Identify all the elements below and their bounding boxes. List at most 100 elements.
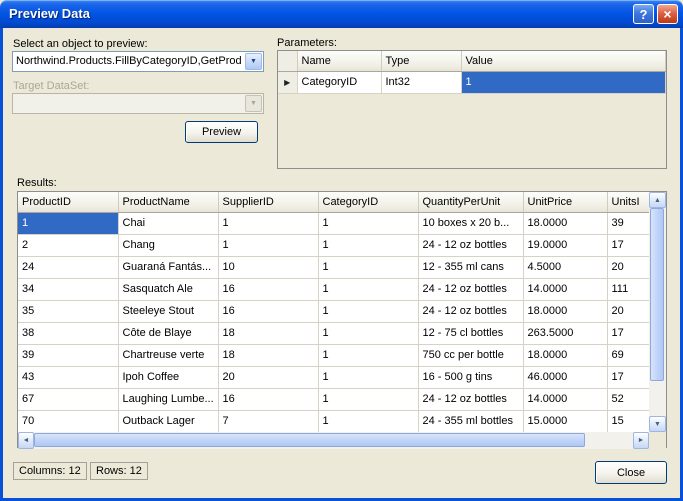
results-cell[interactable]: 263.5000: [523, 322, 608, 345]
results-cell[interactable]: 1: [318, 322, 419, 345]
results-cell[interactable]: 70: [18, 410, 119, 432]
object-select-dropdown-button[interactable]: ▼: [245, 53, 262, 70]
results-cell[interactable]: Laughing Lumbe...: [118, 388, 219, 411]
parameters-column-header-value[interactable]: Value: [461, 51, 666, 72]
results-cell[interactable]: 24 - 12 oz bottles: [418, 388, 524, 411]
titlebar[interactable]: Preview Data ? ×: [0, 0, 683, 28]
results-cell[interactable]: 46.0000: [523, 366, 608, 389]
results-cell[interactable]: 7: [218, 410, 319, 432]
horizontal-scroll-track[interactable]: [34, 432, 633, 449]
scroll-up-button[interactable]: ▲: [649, 192, 666, 208]
results-cell[interactable]: 35: [18, 300, 119, 323]
results-cell[interactable]: 39: [18, 344, 119, 367]
results-cell[interactable]: Sasquatch Ale: [118, 278, 219, 301]
vertical-scroll-track[interactable]: [649, 208, 666, 416]
results-cell[interactable]: 1: [318, 388, 419, 411]
results-vertical-scrollbar[interactable]: ▲ ▼: [649, 192, 666, 432]
results-cell[interactable]: 1: [318, 410, 419, 432]
results-cell[interactable]: 19.0000: [523, 234, 608, 257]
results-cell[interactable]: 17: [607, 366, 649, 389]
results-cell[interactable]: 14.0000: [523, 278, 608, 301]
results-cell[interactable]: 15.0000: [523, 410, 608, 432]
object-select-combobox[interactable]: Northwind.Products.FillByCategoryID,GetP…: [12, 51, 264, 72]
close-window-button[interactable]: ×: [657, 4, 678, 24]
scroll-left-button[interactable]: ◄: [18, 432, 34, 449]
results-cell[interactable]: 1: [18, 212, 119, 235]
results-cell[interactable]: 69: [607, 344, 649, 367]
results-cell[interactable]: 18: [218, 322, 319, 345]
results-column-header[interactable]: CategoryID: [318, 192, 419, 213]
results-cell[interactable]: 17: [607, 234, 649, 257]
results-cell[interactable]: 34: [18, 278, 119, 301]
results-cell[interactable]: 1: [318, 256, 419, 279]
preview-button[interactable]: Preview: [185, 121, 258, 143]
parameters-column-header-type[interactable]: Type: [381, 51, 462, 72]
results-cell[interactable]: 1: [318, 212, 419, 235]
results-cell[interactable]: 10: [218, 256, 319, 279]
vertical-scroll-thumb[interactable]: [650, 208, 664, 381]
results-column-header[interactable]: UnitsI: [607, 192, 649, 213]
results-cell[interactable]: 17: [607, 322, 649, 345]
results-cell[interactable]: 15: [607, 410, 649, 432]
results-cell[interactable]: Guaraná Fantás...: [118, 256, 219, 279]
results-cell[interactable]: 1: [318, 366, 419, 389]
results-cell[interactable]: 1: [218, 212, 319, 235]
results-cell[interactable]: 10 boxes x 20 b...: [418, 212, 524, 235]
results-cell[interactable]: 20: [218, 366, 319, 389]
results-cell[interactable]: 750 cc per bottle: [418, 344, 524, 367]
results-cell[interactable]: 1: [318, 300, 419, 323]
results-cell[interactable]: 18.0000: [523, 300, 608, 323]
results-cell[interactable]: 12 - 75 cl bottles: [418, 322, 524, 345]
results-column-header[interactable]: QuantityPerUnit: [418, 192, 524, 213]
results-cell[interactable]: 16: [218, 388, 319, 411]
results-cell[interactable]: Outback Lager: [118, 410, 219, 432]
results-column-header[interactable]: ProductName: [118, 192, 219, 213]
results-cell[interactable]: 14.0000: [523, 388, 608, 411]
horizontal-scroll-thumb[interactable]: [34, 433, 586, 447]
results-cell[interactable]: Côte de Blaye: [118, 322, 219, 345]
results-column-header[interactable]: UnitPrice: [523, 192, 608, 213]
results-cell[interactable]: Chai: [118, 212, 219, 235]
parameter-type-cell[interactable]: Int32: [381, 71, 462, 94]
results-cell[interactable]: 16: [218, 278, 319, 301]
results-cell[interactable]: 24: [18, 256, 119, 279]
results-cell[interactable]: Ipoh Coffee: [118, 366, 219, 389]
results-cell[interactable]: 1: [318, 344, 419, 367]
results-cell[interactable]: 1: [318, 234, 419, 257]
results-cell[interactable]: 18: [218, 344, 319, 367]
results-cell[interactable]: 16: [218, 300, 319, 323]
results-cell[interactable]: 43: [18, 366, 119, 389]
results-cell[interactable]: 67: [18, 388, 119, 411]
results-cell[interactable]: 2: [18, 234, 119, 257]
results-cell[interactable]: 24 - 355 ml bottles: [418, 410, 524, 432]
results-column-header[interactable]: ProductID: [18, 192, 119, 213]
results-cell[interactable]: 39: [607, 212, 649, 235]
results-cell[interactable]: 111: [607, 278, 649, 301]
results-cell[interactable]: 38: [18, 322, 119, 345]
results-cell[interactable]: 4.5000: [523, 256, 608, 279]
results-horizontal-scrollbar[interactable]: ◄ ►: [18, 432, 649, 449]
results-cell[interactable]: 24 - 12 oz bottles: [418, 278, 524, 301]
results-column-header[interactable]: SupplierID: [218, 192, 319, 213]
close-button[interactable]: Close: [595, 461, 667, 484]
results-cell[interactable]: 18.0000: [523, 212, 608, 235]
results-cell[interactable]: 24 - 12 oz bottles: [418, 234, 524, 257]
results-cell[interactable]: 16 - 500 g tins: [418, 366, 524, 389]
results-cell[interactable]: Chartreuse verte: [118, 344, 219, 367]
parameter-value-cell[interactable]: 1: [461, 71, 666, 94]
results-cell[interactable]: 20: [607, 256, 649, 279]
results-cell[interactable]: 24 - 12 oz bottles: [418, 300, 524, 323]
scroll-right-button[interactable]: ►: [633, 432, 649, 449]
parameters-column-header-name[interactable]: Name: [297, 51, 382, 72]
results-cell[interactable]: Steeleye Stout: [118, 300, 219, 323]
results-cell[interactable]: 12 - 355 ml cans: [418, 256, 524, 279]
results-cell[interactable]: 52: [607, 388, 649, 411]
results-cell[interactable]: 1: [218, 234, 319, 257]
results-cell[interactable]: 1: [318, 278, 419, 301]
results-cell[interactable]: 18.0000: [523, 344, 608, 367]
help-button[interactable]: ?: [633, 4, 654, 24]
scroll-down-button[interactable]: ▼: [649, 416, 666, 432]
results-cell[interactable]: Chang: [118, 234, 219, 257]
parameter-name-cell[interactable]: CategoryID: [297, 71, 382, 94]
results-cell[interactable]: 20: [607, 300, 649, 323]
